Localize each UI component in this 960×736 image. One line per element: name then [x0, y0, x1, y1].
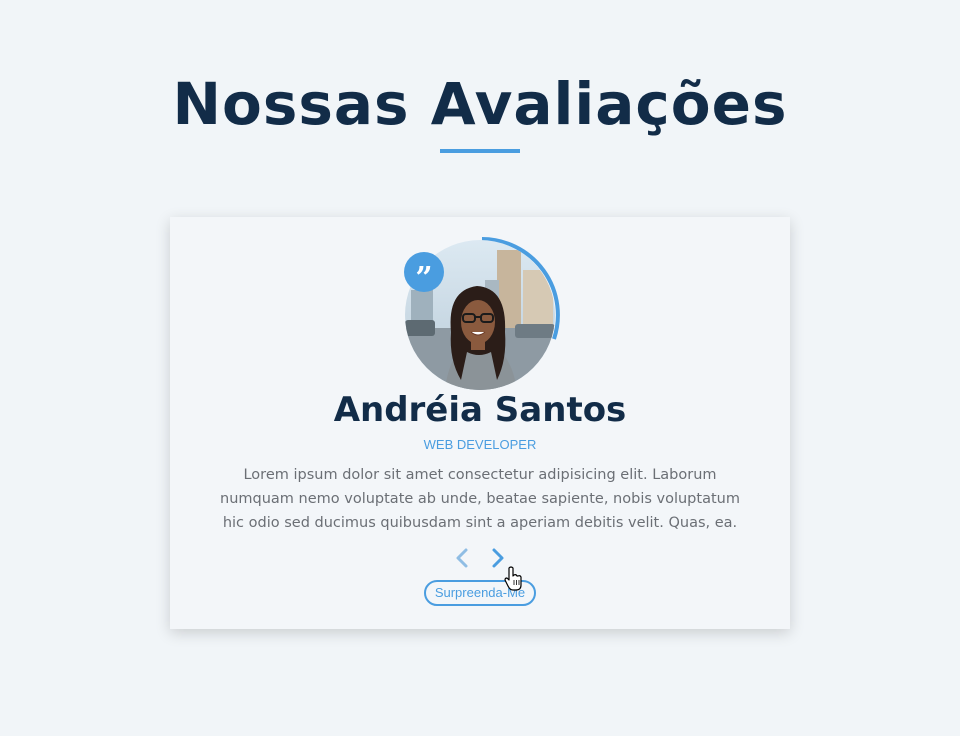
quote-icon: ” [404, 252, 444, 296]
page-title: Nossas Avaliações [172, 70, 788, 138]
testimonial-card: ” Andréia Santos WEB DEVELOPER Lorem ips… [170, 217, 790, 629]
testimonial-text: Lorem ipsum dolor sit amet consectetur a… [220, 467, 740, 531]
chevron-left-icon [456, 548, 468, 568]
avatar-container: ” [404, 237, 560, 393]
prev-button[interactable] [452, 547, 472, 569]
person-name: Andréia Santos [333, 390, 627, 430]
title-underline [440, 149, 520, 153]
hand-cursor-icon [504, 566, 522, 591]
person-role: WEB DEVELOPER [423, 437, 537, 452]
